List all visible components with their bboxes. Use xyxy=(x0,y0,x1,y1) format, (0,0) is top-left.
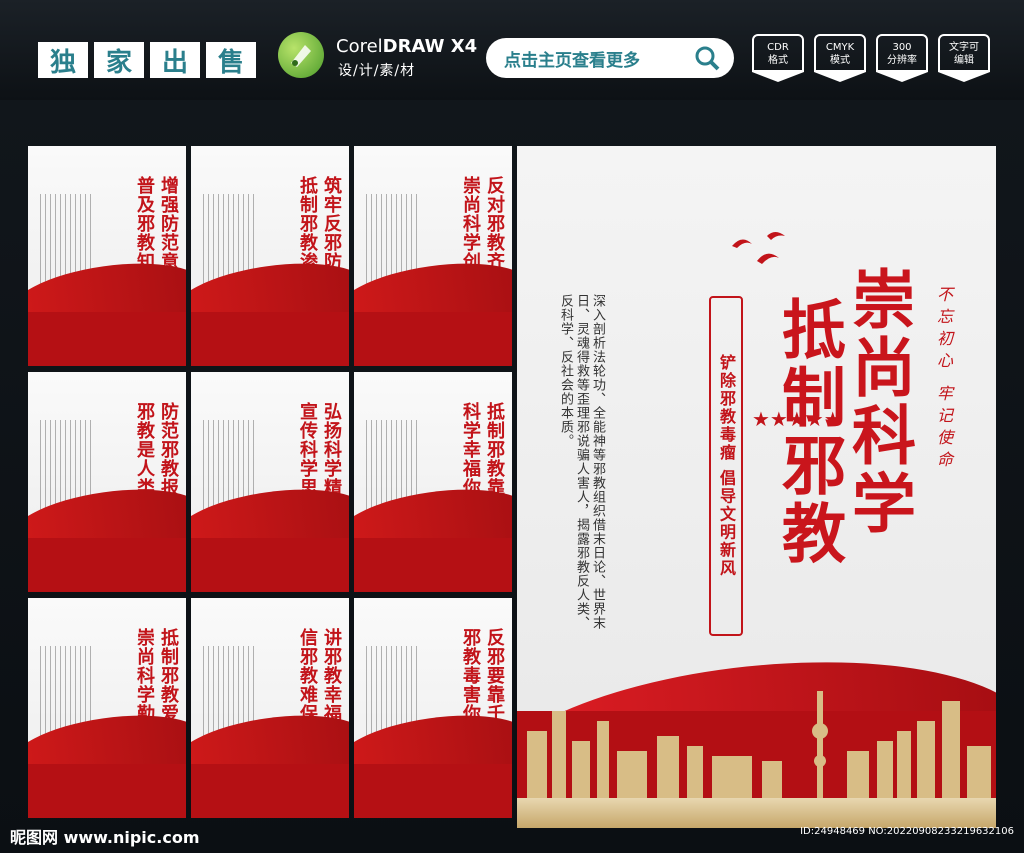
software-subtitle: 设/计/素/材 xyxy=(338,63,416,79)
software-title: CorelDRAW X4 xyxy=(336,36,477,57)
poster-card: 普及邪教知识 增强防范意识 xyxy=(28,146,186,366)
exclusive-char: 独 xyxy=(38,42,88,78)
image-id-label: ID:24948469 NO:20220908233219632106 xyxy=(800,826,1014,837)
format-line1: 文字可 xyxy=(949,42,979,53)
red-ribbon xyxy=(191,538,349,592)
exclusive-char: 家 xyxy=(94,42,144,78)
format-badge-resolution: 300 分辨率 xyxy=(876,34,928,82)
poster-card: 宣传科学思想 弘扬科学精神 xyxy=(191,372,349,592)
format-line1: CDR xyxy=(767,42,789,53)
format-badge-cdr: CDR 格式 xyxy=(752,34,804,82)
exclusive-char: 售 xyxy=(206,42,256,78)
main-title-line1: 崇尚科学 xyxy=(841,266,915,538)
red-ribbon xyxy=(191,764,349,818)
poster-card: 抵制邪教渗透 筑牢反邪防线 xyxy=(191,146,349,366)
search-icon xyxy=(695,46,720,71)
doves-icon xyxy=(732,232,785,264)
format-line2: 编辑 xyxy=(954,55,974,66)
format-line1: CMYK xyxy=(825,42,855,53)
main-slogan: 不忘初心 牢记使命 xyxy=(934,286,953,474)
format-line2: 分辨率 xyxy=(887,55,917,66)
red-ribbon xyxy=(354,312,512,366)
format-line2: 格式 xyxy=(768,55,788,66)
poster-card: 邪教毒害你我他 反邪要靠千万家 xyxy=(354,598,512,818)
exclusive-char: 出 xyxy=(150,42,200,78)
format-badge-editable: 文字可 编辑 xyxy=(938,34,990,82)
poster-card: 科学幸福你我他 抵制邪教靠大家 xyxy=(354,372,512,592)
city-skyline xyxy=(527,691,991,801)
site-watermark: 昵图网 www.nipic.com xyxy=(10,828,200,847)
main-body-text: 深入剖析法轮功、全能神等邪教组织借末日论、世界末日、灵魂得救等歪理邪说骗人害人，… xyxy=(558,294,605,630)
homepage-link-label: 点击主页查看更多 xyxy=(504,50,640,71)
exclusive-badge: 独 家 出 售 xyxy=(38,42,256,78)
main-title-line2: 抵制邪教 xyxy=(771,296,845,568)
software-name-a: Corel xyxy=(336,36,383,57)
red-ribbon xyxy=(28,538,186,592)
poster-card: 信邪教难保平安 讲邪教幸福永远 xyxy=(191,598,349,818)
coreldraw-logo-icon xyxy=(278,32,324,78)
homepage-link-button[interactable]: 点击主页查看更多 xyxy=(486,38,734,78)
main-capsule-slogan: 铲除邪教毒瘤 倡导文明新风 xyxy=(709,296,743,636)
red-ribbon xyxy=(28,764,186,818)
software-name-b: DRAW X4 xyxy=(382,36,478,57)
poster-card: 邪教是人类公害 防范邪教报祖国 xyxy=(28,372,186,592)
format-line1: 300 xyxy=(892,42,912,53)
format-badge-cmyk: CMYK 模式 xyxy=(814,34,866,82)
main-poster: 深入剖析法轮功、全能神等邪教组织借末日论、世界末日、灵魂得救等歪理邪说骗人害人，… xyxy=(517,146,996,828)
ground-strip xyxy=(517,798,996,828)
red-ribbon xyxy=(354,764,512,818)
format-line2: 模式 xyxy=(830,55,850,66)
stars-decoration: ★★★★★ xyxy=(752,407,842,431)
poster-card: 崇尚科学勤学习 抵制邪教爱祖国 xyxy=(28,598,186,818)
top-banner: 独 家 出 售 CorelDRAW X4 设/计/素/材 点击主页查看更多 CD… xyxy=(0,0,1024,100)
red-ribbon xyxy=(28,312,186,366)
poster-card: 崇尚科学创文明 反对邪教齐努力 xyxy=(354,146,512,366)
red-ribbon xyxy=(354,538,512,592)
red-ribbon xyxy=(191,312,349,366)
